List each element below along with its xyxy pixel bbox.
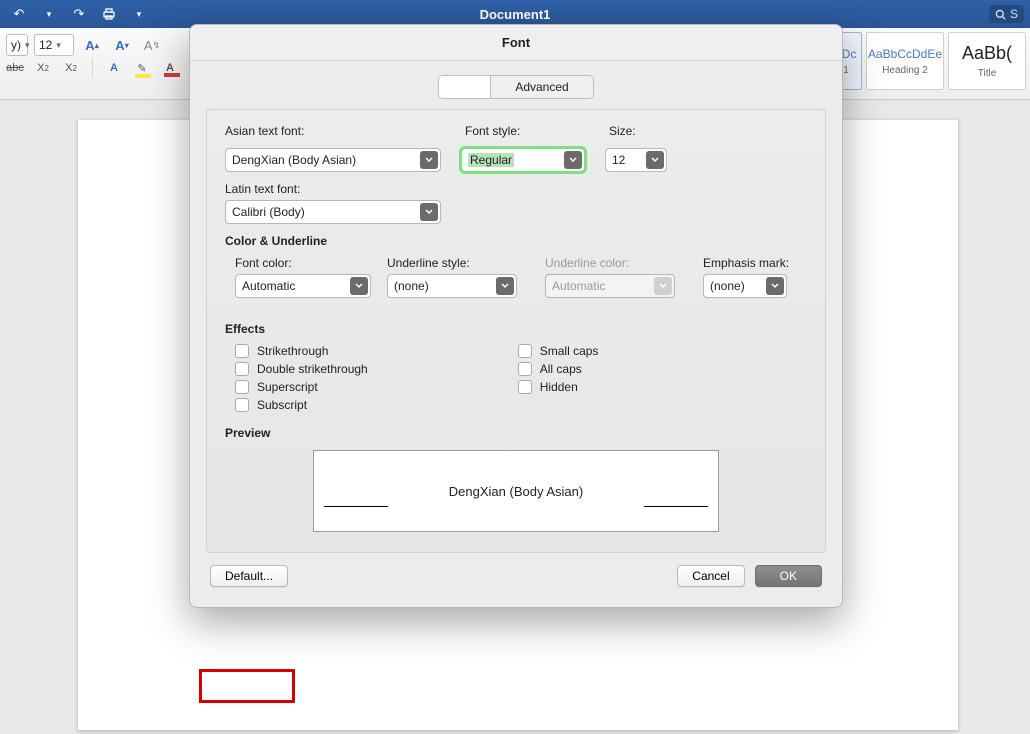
tab-font[interactable] xyxy=(439,76,491,98)
chevron-down-icon xyxy=(420,203,438,221)
default-button[interactable]: Default... xyxy=(210,565,288,587)
checkbox-hidden[interactable]: Hidden xyxy=(518,380,599,394)
label-font-color: Font color: xyxy=(235,256,365,270)
dialog-backdrop: Font Advanced Asian text font: Font styl… xyxy=(0,0,1030,734)
section-effects: Effects xyxy=(225,322,807,336)
chevron-down-icon xyxy=(646,151,664,169)
section-preview: Preview xyxy=(225,426,807,440)
font-color-select[interactable]: Automatic xyxy=(235,274,371,298)
label-font-style: Font style: xyxy=(465,124,605,138)
dialog-title: Font xyxy=(190,25,842,61)
label-asian-font: Asian text font: xyxy=(225,124,461,138)
chevron-down-icon xyxy=(564,151,582,169)
checkbox-superscript[interactable]: Superscript xyxy=(235,380,368,394)
highlight-annotation xyxy=(199,669,295,703)
label-underline-style: Underline style: xyxy=(387,256,523,270)
emphasis-select[interactable]: (none) xyxy=(703,274,787,298)
checkbox-subscript[interactable]: Subscript xyxy=(235,398,368,412)
chevron-down-icon xyxy=(766,277,784,295)
label-latin-font: Latin text font: xyxy=(225,182,807,196)
tab-advanced[interactable]: Advanced xyxy=(491,76,592,98)
cancel-button[interactable]: Cancel xyxy=(677,565,744,587)
label-size: Size: xyxy=(609,124,689,138)
checkbox-smallcaps[interactable]: Small caps xyxy=(518,344,599,358)
label-underline-color: Underline color: xyxy=(545,256,681,270)
label-emphasis: Emphasis mark: xyxy=(703,256,799,270)
asian-font-select[interactable]: DengXian (Body Asian) xyxy=(225,148,441,172)
chevron-down-icon xyxy=(654,277,672,295)
checkbox-strikethrough[interactable]: Strikethrough xyxy=(235,344,368,358)
latin-font-select[interactable]: Calibri (Body) xyxy=(225,200,441,224)
underline-color-select: Automatic xyxy=(545,274,675,298)
font-panel: Asian text font: Font style: Size: DengX… xyxy=(206,109,826,553)
chevron-down-icon xyxy=(420,151,438,169)
font-style-select[interactable]: Regular xyxy=(461,148,585,172)
checkbox-double-strike[interactable]: Double strikethrough xyxy=(235,362,368,376)
font-size-select[interactable]: 12 xyxy=(605,148,667,172)
ok-button[interactable]: OK xyxy=(755,565,822,587)
checkbox-allcaps[interactable]: All caps xyxy=(518,362,599,376)
section-color-underline: Color & Underline xyxy=(225,234,807,248)
chevron-down-icon xyxy=(496,277,514,295)
underline-style-select[interactable]: (none) xyxy=(387,274,517,298)
tab-segment: Advanced xyxy=(438,75,593,99)
preview-frame: DengXian (Body Asian) xyxy=(313,450,719,532)
font-dialog: Font Advanced Asian text font: Font styl… xyxy=(189,24,843,608)
preview-text: DengXian (Body Asian) xyxy=(449,484,583,499)
chevron-down-icon xyxy=(350,277,368,295)
